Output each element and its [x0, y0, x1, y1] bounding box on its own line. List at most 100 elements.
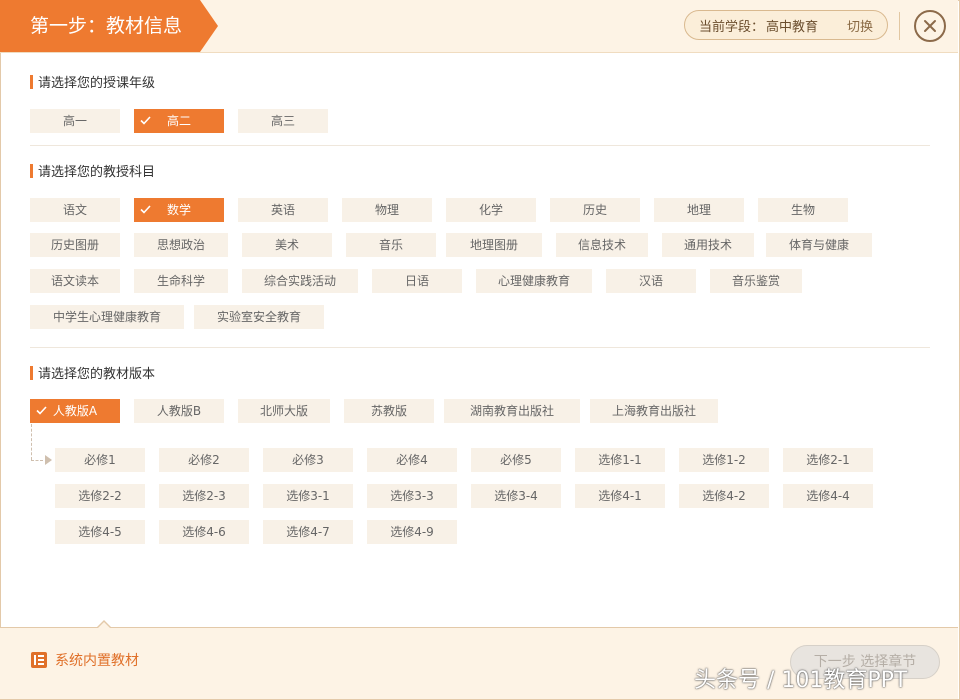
option-label: 上海教育出版社 [611, 404, 696, 418]
option-label: 选修2-3 [182, 489, 226, 503]
subject-option[interactable]: 通用技术 [662, 233, 754, 257]
option-label: 必修5 [500, 453, 532, 467]
subject-option[interactable]: 中学生心理健康教育 [30, 305, 184, 329]
subject-option[interactable]: 物理 [342, 198, 432, 222]
edition-option[interactable]: 苏教版 [344, 399, 434, 423]
subject-option[interactable]: 数学 [134, 198, 224, 222]
subject-option[interactable]: 生物 [758, 198, 848, 222]
option-label: 苏教版 [370, 404, 407, 418]
option-label: 美术 [274, 238, 299, 252]
option-label: 通用技术 [683, 238, 732, 252]
edition-option[interactable]: 人教版B [134, 399, 224, 423]
option-label: 选修4-9 [390, 525, 434, 539]
volume-option[interactable]: 必修4 [367, 448, 457, 472]
stage-selector: 当前学段： 高中教育 切换 [684, 10, 888, 40]
volume-option[interactable]: 选修2-3 [159, 484, 249, 508]
option-label: 选修4-6 [182, 525, 226, 539]
grade-option[interactable]: 高一 [30, 109, 120, 133]
option-label: 选修4-5 [78, 525, 122, 539]
edition-option[interactable]: 人教版A [30, 399, 120, 423]
switch-stage-button[interactable]: 切换 [847, 16, 873, 35]
subject-option[interactable]: 实验室安全教育 [194, 305, 324, 329]
close-icon [924, 20, 936, 32]
subject-option[interactable]: 历史图册 [30, 233, 120, 257]
option-label: 语文 [62, 203, 87, 217]
subject-option[interactable]: 音乐 [346, 233, 436, 257]
subject-option[interactable]: 历史 [550, 198, 640, 222]
subject-option[interactable]: 心理健康教育 [476, 269, 592, 293]
volume-option[interactable]: 选修4-6 [159, 520, 249, 544]
subject-option[interactable]: 地理图册 [446, 233, 542, 257]
option-label: 湖南教育出版社 [469, 404, 554, 418]
step-title: 第一步：教材信息 [0, 0, 218, 52]
close-button[interactable] [914, 10, 946, 42]
subject-option[interactable]: 英语 [238, 198, 328, 222]
edition-option[interactable]: 湖南教育出版社 [444, 399, 580, 423]
option-label: 信息技术 [577, 238, 626, 252]
subject-option[interactable]: 语文 [30, 198, 120, 222]
volume-option[interactable]: 必修3 [263, 448, 353, 472]
subject-option[interactable]: 思想政治 [134, 233, 228, 257]
tree-connector [31, 424, 32, 460]
volume-option[interactable]: 选修3-3 [367, 484, 457, 508]
subject-option[interactable]: 语文读本 [30, 269, 120, 293]
subject-option[interactable]: 体育与健康 [766, 233, 872, 257]
option-label: 生物 [790, 203, 815, 217]
volume-option[interactable]: 选修4-4 [783, 484, 873, 508]
option-label: 人教版A [52, 404, 98, 418]
subject-option[interactable]: 生命科学 [134, 269, 228, 293]
option-label: 选修2-2 [78, 489, 122, 503]
subject-option[interactable]: 汉语 [606, 269, 696, 293]
volume-option[interactable]: 必修2 [159, 448, 249, 472]
edition-section-title: 请选择您的教材版本 [30, 366, 155, 382]
volume-option[interactable]: 选修1-1 [575, 448, 665, 472]
option-label: 历史 [582, 203, 607, 217]
volume-option[interactable]: 选修4-9 [367, 520, 457, 544]
option-label: 汉语 [638, 274, 663, 288]
volume-option[interactable]: 选修3-4 [471, 484, 561, 508]
option-label: 中学生心理健康教育 [52, 310, 161, 324]
section-marker [30, 164, 33, 178]
volume-option[interactable]: 选修3-1 [263, 484, 353, 508]
book-icon [31, 652, 47, 668]
edition-option[interactable]: 上海教育出版社 [590, 399, 718, 423]
volume-option[interactable]: 选修4-5 [55, 520, 145, 544]
option-label: 高三 [270, 114, 295, 128]
option-label: 选修4-2 [702, 489, 746, 503]
volume-option[interactable]: 选修4-2 [679, 484, 769, 508]
option-label: 历史图册 [50, 238, 99, 252]
volume-option[interactable]: 必修1 [55, 448, 145, 472]
volume-option[interactable]: 必修5 [471, 448, 561, 472]
subject-option[interactable]: 地理 [654, 198, 744, 222]
subject-option[interactable]: 化学 [446, 198, 536, 222]
dialog-header: 第一步：教材信息 当前学段： 高中教育 切换 [0, 0, 958, 53]
dialog-window [0, 0, 960, 700]
subject-option[interactable]: 信息技术 [556, 233, 648, 257]
option-label: 选修3-3 [390, 489, 434, 503]
header-divider [899, 12, 900, 40]
footer-notch-inner [97, 622, 111, 629]
option-label: 化学 [478, 203, 503, 217]
subject-option[interactable]: 音乐鉴赏 [710, 269, 802, 293]
builtin-textbook-link[interactable]: 系统内置教材 [30, 650, 139, 670]
volume-option[interactable]: 选修4-1 [575, 484, 665, 508]
subject-option[interactable]: 综合实践活动 [242, 269, 358, 293]
edition-option[interactable]: 北师大版 [238, 399, 330, 423]
grade-option[interactable]: 高三 [238, 109, 328, 133]
option-label: 日语 [404, 274, 429, 288]
subject-option[interactable]: 日语 [372, 269, 462, 293]
option-label: 生命科学 [156, 274, 205, 288]
option-label: 物理 [374, 203, 399, 217]
volume-option[interactable]: 选修2-2 [55, 484, 145, 508]
stage-value: 高中教育 [766, 19, 819, 35]
option-label: 必修2 [188, 453, 220, 467]
tree-connector [31, 460, 43, 461]
volume-option[interactable]: 选修4-7 [263, 520, 353, 544]
subject-option[interactable]: 美术 [242, 233, 332, 257]
grade-option[interactable]: 高二 [134, 109, 224, 133]
volume-option[interactable]: 选修2-1 [783, 448, 873, 472]
option-label: 必修4 [396, 453, 428, 467]
option-label: 音乐 [378, 238, 403, 252]
volume-option[interactable]: 选修1-2 [679, 448, 769, 472]
section-marker [30, 366, 33, 380]
